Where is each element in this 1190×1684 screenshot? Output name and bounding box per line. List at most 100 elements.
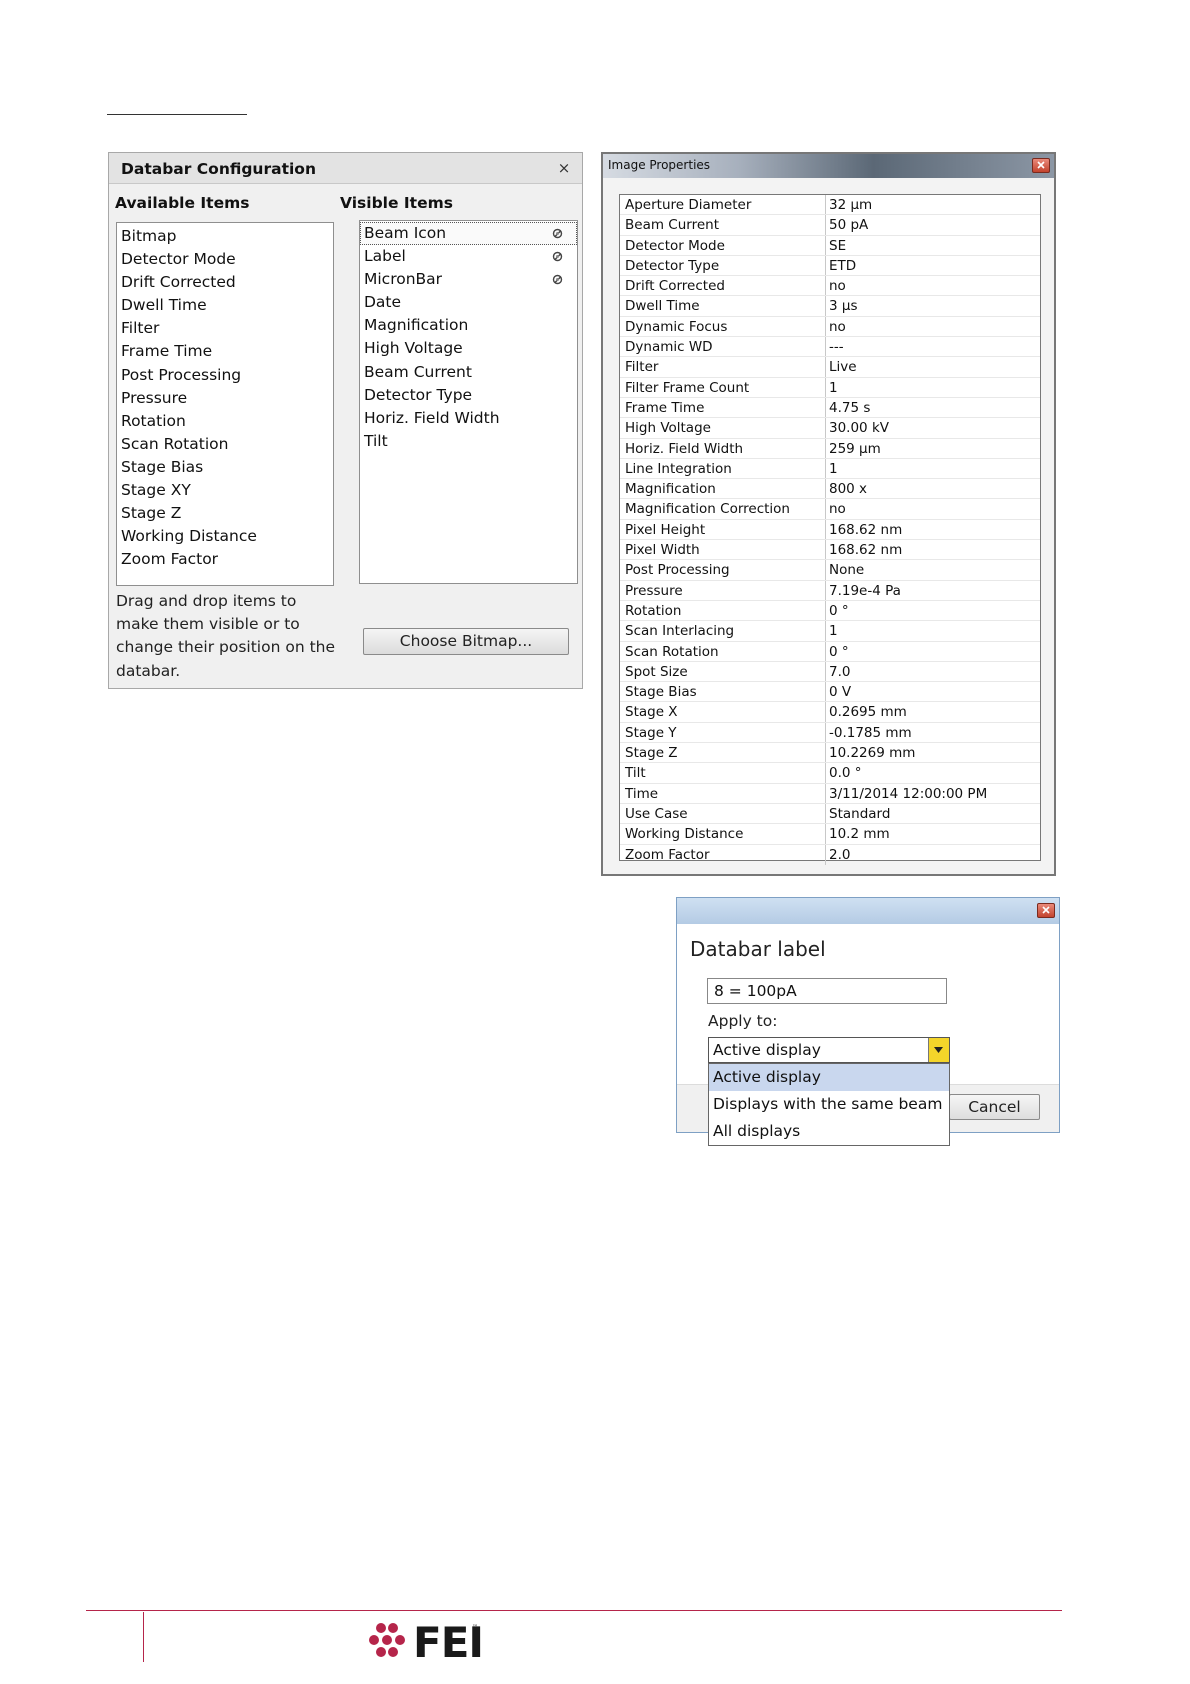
property-row: Use Case Standard: [620, 803, 1040, 825]
available-item[interactable]: Working Distance: [117, 525, 333, 548]
visible-item[interactable]: MicronBar: [360, 268, 577, 291]
property-row: Line Integration 1: [620, 458, 1040, 480]
property-value: 3/11/2014 12:00:00 PM: [829, 785, 988, 802]
property-name: Stage Z: [620, 743, 826, 763]
property-name: Pressure: [620, 580, 826, 600]
available-item[interactable]: Scan Rotation: [117, 433, 333, 456]
property-value: 10.2 mm: [829, 826, 890, 843]
property-name: Aperture Diameter: [620, 195, 826, 215]
property-value: 4.75 s: [829, 399, 871, 416]
lock-icon: [552, 274, 563, 285]
apply-to-label: Apply to:: [708, 1012, 778, 1030]
visible-item[interactable]: Magnification: [360, 314, 577, 337]
visible-items-header: Visible Items: [340, 194, 453, 212]
available-item[interactable]: Frame Time: [117, 340, 333, 363]
property-row: Stage Bias 0 V: [620, 682, 1040, 703]
close-icon[interactable]: ×: [554, 158, 574, 178]
header-rule: [107, 114, 247, 115]
property-value: 1: [829, 460, 838, 477]
property-value: 0.0 °: [829, 765, 862, 782]
property-row: Spot Size 7.0: [620, 661, 1040, 683]
property-row: Dynamic WD ---: [620, 337, 1040, 358]
property-name: Magnification Correction: [620, 499, 826, 519]
footer-divider: [143, 1612, 144, 1662]
databar-label-dialog: Databar label 8 = 100pA Apply to: Cancel…: [676, 897, 1060, 1146]
property-name: Stage X: [620, 702, 826, 722]
visible-item[interactable]: Date: [360, 291, 577, 314]
apply-to-dropdown[interactable]: Active display: [708, 1037, 950, 1063]
available-item[interactable]: Stage Z: [117, 502, 333, 525]
visible-items-list[interactable]: Beam Icon Label MicronBar Date Magnification…: [359, 220, 578, 584]
visible-item-label: Tilt: [364, 431, 388, 450]
property-row: Pixel Width 168.62 nm: [620, 540, 1040, 561]
property-value: 1: [829, 623, 838, 640]
property-row: Aperture Diameter 32 μm: [620, 195, 1040, 216]
property-value: 30.00 kV: [829, 420, 889, 437]
apply-to-options: Active display Displays with the same bea…: [708, 1063, 950, 1146]
property-row: Dwell Time 3 μs: [620, 296, 1040, 317]
available-item[interactable]: Post Processing: [117, 364, 333, 387]
property-value: None: [829, 562, 865, 579]
label-text-field[interactable]: 8 = 100pA: [707, 978, 947, 1004]
property-row: Stage Y -0.1785 mm: [620, 722, 1040, 744]
property-value: 259 μm: [829, 440, 881, 457]
property-name: Post Processing: [620, 560, 826, 580]
property-row: Filter Live: [620, 357, 1040, 378]
visible-item[interactable]: Horiz. Field Width: [360, 407, 577, 430]
available-item[interactable]: Stage XY: [117, 479, 333, 502]
property-name: Detector Mode: [620, 235, 826, 255]
property-value: 168.62 nm: [829, 542, 903, 559]
available-item[interactable]: Filter: [117, 317, 333, 340]
visible-item[interactable]: Beam Icon: [360, 222, 577, 246]
available-item[interactable]: Dwell Time: [117, 294, 333, 317]
available-item[interactable]: Detector Mode: [117, 248, 333, 271]
property-name: High Voltage: [620, 418, 826, 438]
apply-to-option[interactable]: Active display: [709, 1064, 949, 1091]
visible-item[interactable]: Detector Type: [360, 384, 577, 407]
property-row: Dynamic Focus no: [620, 316, 1040, 338]
close-icon[interactable]: [1037, 903, 1055, 918]
property-name: Stage Bias: [620, 682, 826, 702]
apply-to-option[interactable]: Displays with the same beam: [709, 1091, 949, 1118]
property-value: 2.0: [829, 846, 851, 863]
property-name: Dynamic WD: [620, 337, 826, 357]
chevron-down-icon[interactable]: [928, 1038, 949, 1062]
available-item[interactable]: Bitmap: [117, 225, 333, 248]
property-value: no: [829, 318, 846, 335]
property-row: Working Distance 10.2 mm: [620, 824, 1040, 845]
property-value: ---: [829, 339, 844, 356]
choose-bitmap-button[interactable]: Choose Bitmap...: [363, 628, 569, 655]
property-value: Standard: [829, 805, 891, 822]
properties-grid: Aperture Diameter 32 μm Beam Current 50 pA D…: [619, 194, 1041, 865]
dialog-titlebar: [677, 898, 1059, 924]
visible-item[interactable]: Beam Current: [360, 361, 577, 384]
available-item[interactable]: Drift Corrected: [117, 271, 333, 294]
cancel-button[interactable]: Cancel: [949, 1094, 1040, 1120]
apply-to-option[interactable]: All displays: [709, 1118, 949, 1145]
lock-icon: [552, 228, 563, 239]
available-item[interactable]: Pressure: [117, 387, 333, 410]
close-icon[interactable]: [1032, 158, 1050, 173]
logo-hexagon-icon: [369, 1623, 405, 1657]
property-name: Tilt: [620, 763, 826, 783]
property-row: Magnification 800 x: [620, 479, 1040, 500]
visible-item-label: Horiz. Field Width: [364, 408, 500, 427]
available-item[interactable]: Zoom Factor: [117, 548, 333, 571]
property-row: Rotation 0 °: [620, 600, 1040, 622]
available-item[interactable]: Stage Bias: [117, 456, 333, 479]
visible-item[interactable]: Label: [360, 245, 577, 268]
property-value: 32 μm: [829, 197, 873, 213]
property-row: Pixel Height 168.62 nm: [620, 519, 1040, 541]
available-items-list[interactable]: Bitmap Detector Mode Drift Corrected Dwell …: [116, 222, 334, 586]
visible-item[interactable]: Tilt: [360, 430, 577, 453]
available-item[interactable]: Rotation: [117, 410, 333, 433]
property-value: Live: [829, 359, 857, 376]
property-row: Horiz. Field Width 259 μm: [620, 438, 1040, 459]
visible-item[interactable]: High Voltage: [360, 337, 577, 360]
property-value: 50 pA: [829, 217, 869, 234]
property-row: Beam Current 50 pA: [620, 215, 1040, 236]
dialog-heading: Databar label: [690, 937, 826, 961]
property-row: Filter Frame Count 1: [620, 377, 1040, 398]
footer-rule: [86, 1610, 1062, 1611]
panel-titlebar: Databar Configuration ×: [109, 153, 582, 184]
